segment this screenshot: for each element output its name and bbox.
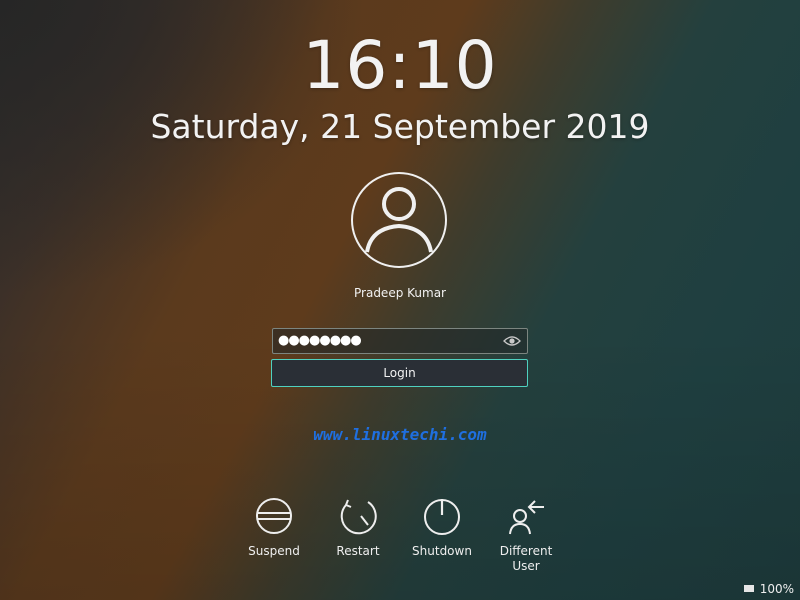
password-field[interactable]: ●●●●●●●● xyxy=(272,328,528,354)
different-user-button[interactable]: Different User xyxy=(481,496,571,574)
battery-level: 100% xyxy=(759,582,794,596)
battery-icon xyxy=(743,585,754,592)
battery-indicator[interactable]: 100% xyxy=(743,582,794,596)
watermark-text: www.linuxtechi.com xyxy=(313,425,487,444)
username-label: Pradeep Kumar xyxy=(354,286,446,300)
clock-time: 16:10 xyxy=(302,27,498,104)
suspend-label: Suspend xyxy=(248,544,300,558)
different-user-label: Different User xyxy=(499,544,553,573)
login-button[interactable]: Login xyxy=(271,359,528,387)
password-value[interactable]: ●●●●●●●● xyxy=(278,333,362,349)
user-avatar[interactable] xyxy=(351,172,447,268)
restart-button[interactable]: Restart xyxy=(313,496,403,559)
shutdown-label: Shutdown xyxy=(412,544,472,558)
suspend-button[interactable]: Suspend xyxy=(229,496,319,559)
clock-date: Saturday, 21 September 2019 xyxy=(150,107,650,146)
user-icon xyxy=(365,187,433,253)
restart-label: Restart xyxy=(336,544,380,558)
restart-icon xyxy=(340,499,377,535)
shutdown-button[interactable]: Shutdown xyxy=(397,496,487,559)
suspend-icon xyxy=(256,498,292,534)
shutdown-icon xyxy=(424,499,460,535)
switch-user-icon xyxy=(509,500,544,535)
eye-icon[interactable] xyxy=(503,335,521,347)
